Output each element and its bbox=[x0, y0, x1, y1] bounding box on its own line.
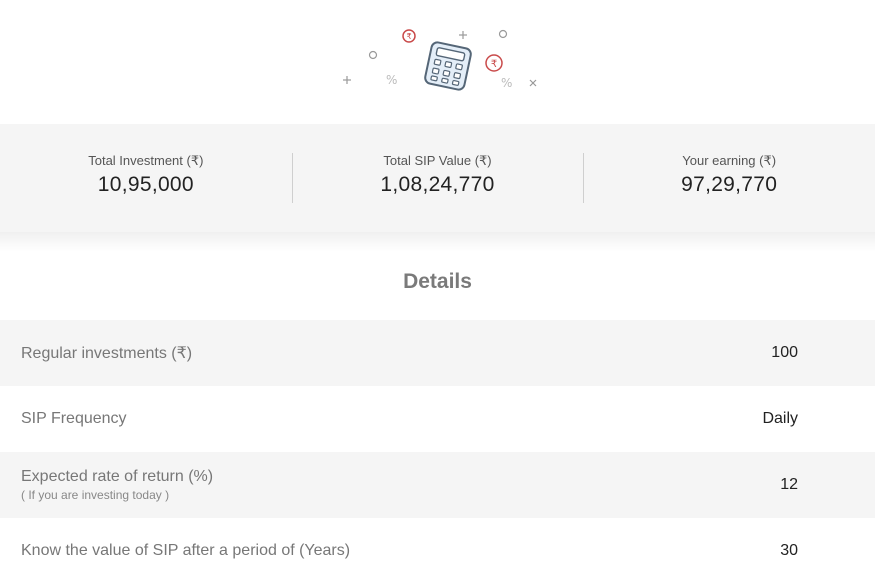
detail-row-period: Know the value of SIP after a period of … bbox=[0, 518, 875, 584]
percent-mark: % bbox=[501, 76, 512, 90]
divider bbox=[0, 232, 875, 252]
detail-sublabel: ( If you are investing today ) bbox=[21, 488, 170, 502]
detail-label: SIP Frequency bbox=[21, 410, 127, 427]
detail-label: Know the value of SIP after a period of … bbox=[21, 542, 351, 559]
rupee-coin-icon: ₹ bbox=[402, 29, 416, 43]
total-investment: Total Investment (₹) 10,95,000 bbox=[0, 153, 292, 203]
detail-row-regular-investment: Regular investments (₹) 100 bbox=[0, 320, 875, 386]
detail-value: 12 bbox=[780, 476, 798, 493]
details-heading: Details bbox=[403, 270, 472, 293]
your-earning-value: 97,29,770 bbox=[681, 173, 778, 196]
detail-row-sip-frequency: SIP Frequency Daily bbox=[0, 386, 875, 452]
calculator-icon: % % ₹ ₹ bbox=[343, 29, 537, 91]
your-earning: Your earning (₹) 97,29,770 bbox=[583, 153, 875, 203]
detail-label: Expected rate of return (%) bbox=[21, 468, 214, 485]
detail-value: Daily bbox=[762, 410, 798, 427]
rupee-coin-icon: ₹ bbox=[485, 54, 503, 72]
total-investment-value: 10,95,000 bbox=[97, 173, 194, 196]
total-sip-value: Total SIP Value (₹) 1,08,24,770 bbox=[291, 153, 584, 203]
svg-text:₹: ₹ bbox=[406, 32, 411, 41]
detail-label: Regular investments (₹) bbox=[21, 345, 193, 362]
total-sip-value-amount: 1,08,24,770 bbox=[380, 173, 495, 196]
hero-illustration: % % ₹ ₹ bbox=[0, 0, 875, 124]
details-list: Regular investments (₹) 100 SIP Frequenc… bbox=[0, 320, 875, 584]
detail-value: 30 bbox=[780, 542, 798, 559]
detail-value: 100 bbox=[771, 344, 798, 361]
total-investment-label: Total Investment (₹) bbox=[88, 153, 204, 168]
total-sip-value-label: Total SIP Value (₹) bbox=[383, 153, 492, 168]
percent-mark: % bbox=[386, 73, 397, 87]
svg-text:₹: ₹ bbox=[491, 59, 497, 70]
detail-row-rate-of-return: Expected rate of return (%) ( If you are… bbox=[0, 452, 875, 518]
summary-panel: Total Investment (₹) 10,95,000 Total SIP… bbox=[0, 124, 875, 232]
your-earning-label: Your earning (₹) bbox=[682, 153, 777, 168]
